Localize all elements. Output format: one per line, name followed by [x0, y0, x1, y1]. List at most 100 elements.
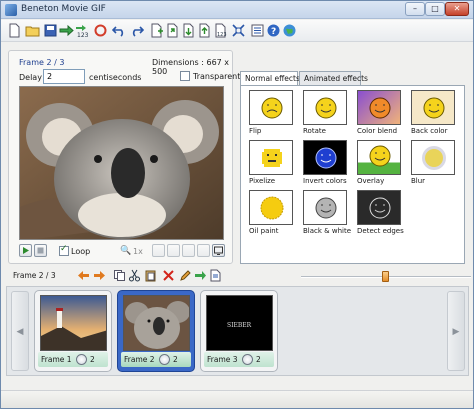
- delay-input[interactable]: [43, 69, 85, 84]
- export-frames-icon[interactable]: 123: [75, 23, 90, 38]
- zoom-out-button[interactable]: [167, 244, 180, 257]
- import-icon[interactable]: [165, 23, 180, 38]
- app-window: Beneton Movie GIF – □ ✕ 123 123 ? Frame …: [0, 0, 474, 409]
- undo-icon[interactable]: [112, 23, 127, 38]
- effect-label: Invert colors: [303, 177, 347, 185]
- loop-label: Loop: [71, 247, 91, 256]
- frame-info-bar: Frame 3 2: [204, 352, 274, 367]
- export-frame-button[interactable]: [194, 269, 207, 282]
- app-icon: [5, 4, 17, 16]
- redo-icon[interactable]: [129, 23, 144, 38]
- frame-order-icon[interactable]: 123: [213, 23, 228, 38]
- close-button[interactable]: ✕: [445, 2, 469, 16]
- zoom-in-button[interactable]: [152, 244, 165, 257]
- effect-oil-paint[interactable]: Oil paint: [246, 190, 296, 238]
- minimize-button[interactable]: –: [405, 2, 425, 16]
- frame-delay: 2: [256, 355, 261, 364]
- svg-text:123: 123: [77, 32, 89, 38]
- move-left-button[interactable]: [77, 269, 90, 282]
- copy-icon: [114, 270, 125, 281]
- frame-name: Frame 1: [41, 355, 72, 364]
- effect-back-color-thumb: [411, 90, 455, 125]
- effect-rotate-thumb: [303, 90, 347, 125]
- new-icon[interactable]: [7, 23, 22, 38]
- loop-checkbox[interactable]: [59, 244, 69, 256]
- resize-icon[interactable]: [231, 23, 246, 38]
- web-icon[interactable]: [282, 23, 297, 38]
- effect-invert-colors-thumb: [303, 140, 347, 175]
- effect-black-white[interactable]: Black & white: [300, 190, 351, 238]
- effect-label: Rotate: [303, 127, 326, 135]
- effect-flip-thumb: [249, 90, 293, 125]
- frame-delay: 2: [173, 355, 178, 364]
- export-icon[interactable]: [59, 23, 74, 38]
- effect-overlay[interactable]: Overlay: [354, 140, 404, 188]
- frame-up-icon[interactable]: [197, 23, 212, 38]
- effects-panel: Flip Rotate Color blend Back color Pixel…: [240, 85, 465, 264]
- clock-icon: [242, 354, 253, 365]
- scroll-left-button[interactable]: ◀: [11, 291, 29, 371]
- effect-invert-colors[interactable]: Invert colors: [300, 140, 350, 188]
- play-button[interactable]: [19, 244, 32, 257]
- stop-button[interactable]: [34, 244, 47, 257]
- export-arrow-icon: [195, 271, 206, 280]
- effect-detect-edges[interactable]: Detect edges: [354, 190, 404, 238]
- frame-card[interactable]: SIEBER Frame 3 2: [200, 290, 278, 372]
- frame-info-bar: Frame 1 2: [38, 352, 108, 367]
- effect-black-white-thumb: [303, 190, 347, 225]
- stop-icon: [37, 247, 44, 254]
- frame-properties-button[interactable]: [209, 269, 222, 282]
- cut-button[interactable]: [128, 269, 141, 282]
- zoom-level: 1x: [133, 247, 143, 256]
- effect-label: Flip: [249, 127, 262, 135]
- effect-pixelize[interactable]: Pixelize: [246, 140, 296, 188]
- scroll-right-button[interactable]: ▶: [447, 291, 465, 371]
- open-icon[interactable]: [25, 23, 40, 38]
- effect-rotate[interactable]: Rotate: [300, 90, 350, 138]
- transparent-checkbox[interactable]: [180, 71, 190, 81]
- move-right-button[interactable]: [93, 269, 106, 282]
- delete-icon: [163, 270, 174, 281]
- strip-frame-label: Frame 2 / 3: [13, 271, 56, 280]
- zoom-fit-button[interactable]: [182, 244, 195, 257]
- effect-label: Back color: [411, 127, 448, 135]
- status-bar: [1, 390, 473, 408]
- frame-name: Frame 2: [124, 355, 155, 364]
- paste-icon: [145, 270, 156, 282]
- help-icon[interactable]: ?: [266, 23, 281, 38]
- effect-oil-paint-thumb: [249, 190, 293, 225]
- frame-thumbnail: SIEBER: [206, 295, 273, 351]
- effect-color-blend[interactable]: Color blend: [354, 90, 404, 138]
- tab-normal-effects[interactable]: Normal effects: [240, 71, 300, 86]
- zoom-actual-button[interactable]: [197, 244, 210, 257]
- copy-button[interactable]: [113, 269, 126, 282]
- paste-button[interactable]: [144, 269, 157, 282]
- play-icon: [23, 247, 29, 254]
- save-icon[interactable]: [43, 23, 58, 38]
- delete-button[interactable]: [162, 269, 175, 282]
- svg-text:?: ?: [271, 27, 276, 37]
- frame-delay: 2: [90, 355, 95, 364]
- edit-button[interactable]: [179, 269, 192, 282]
- effect-blur[interactable]: Blur: [408, 140, 458, 188]
- frame-card-selected[interactable]: Frame 2 2: [117, 290, 195, 372]
- frame-down-icon[interactable]: [181, 23, 196, 38]
- effect-label: Overlay: [357, 177, 385, 185]
- transparent-label: Transparent: [193, 72, 241, 81]
- properties-icon[interactable]: [250, 23, 265, 38]
- frame-card[interactable]: Frame 1 2: [34, 290, 112, 372]
- frame-info-bar: Frame 2 2: [121, 352, 191, 367]
- slider-thumb[interactable]: [382, 271, 389, 282]
- effect-label: Detect edges: [357, 227, 404, 235]
- pencil-icon: [180, 270, 191, 281]
- effect-label: Pixelize: [249, 177, 276, 185]
- effect-back-color[interactable]: Back color: [408, 90, 458, 138]
- fullscreen-button[interactable]: [212, 244, 225, 257]
- window-title: Beneton Movie GIF: [21, 4, 106, 14]
- effect-flip[interactable]: Flip: [246, 90, 296, 138]
- tab-animated-effects[interactable]: Animated effects: [299, 71, 368, 85]
- monitor-icon: [214, 246, 223, 255]
- add-frame-icon[interactable]: [149, 23, 164, 38]
- refresh-icon[interactable]: [93, 23, 108, 38]
- maximize-button[interactable]: □: [425, 2, 445, 16]
